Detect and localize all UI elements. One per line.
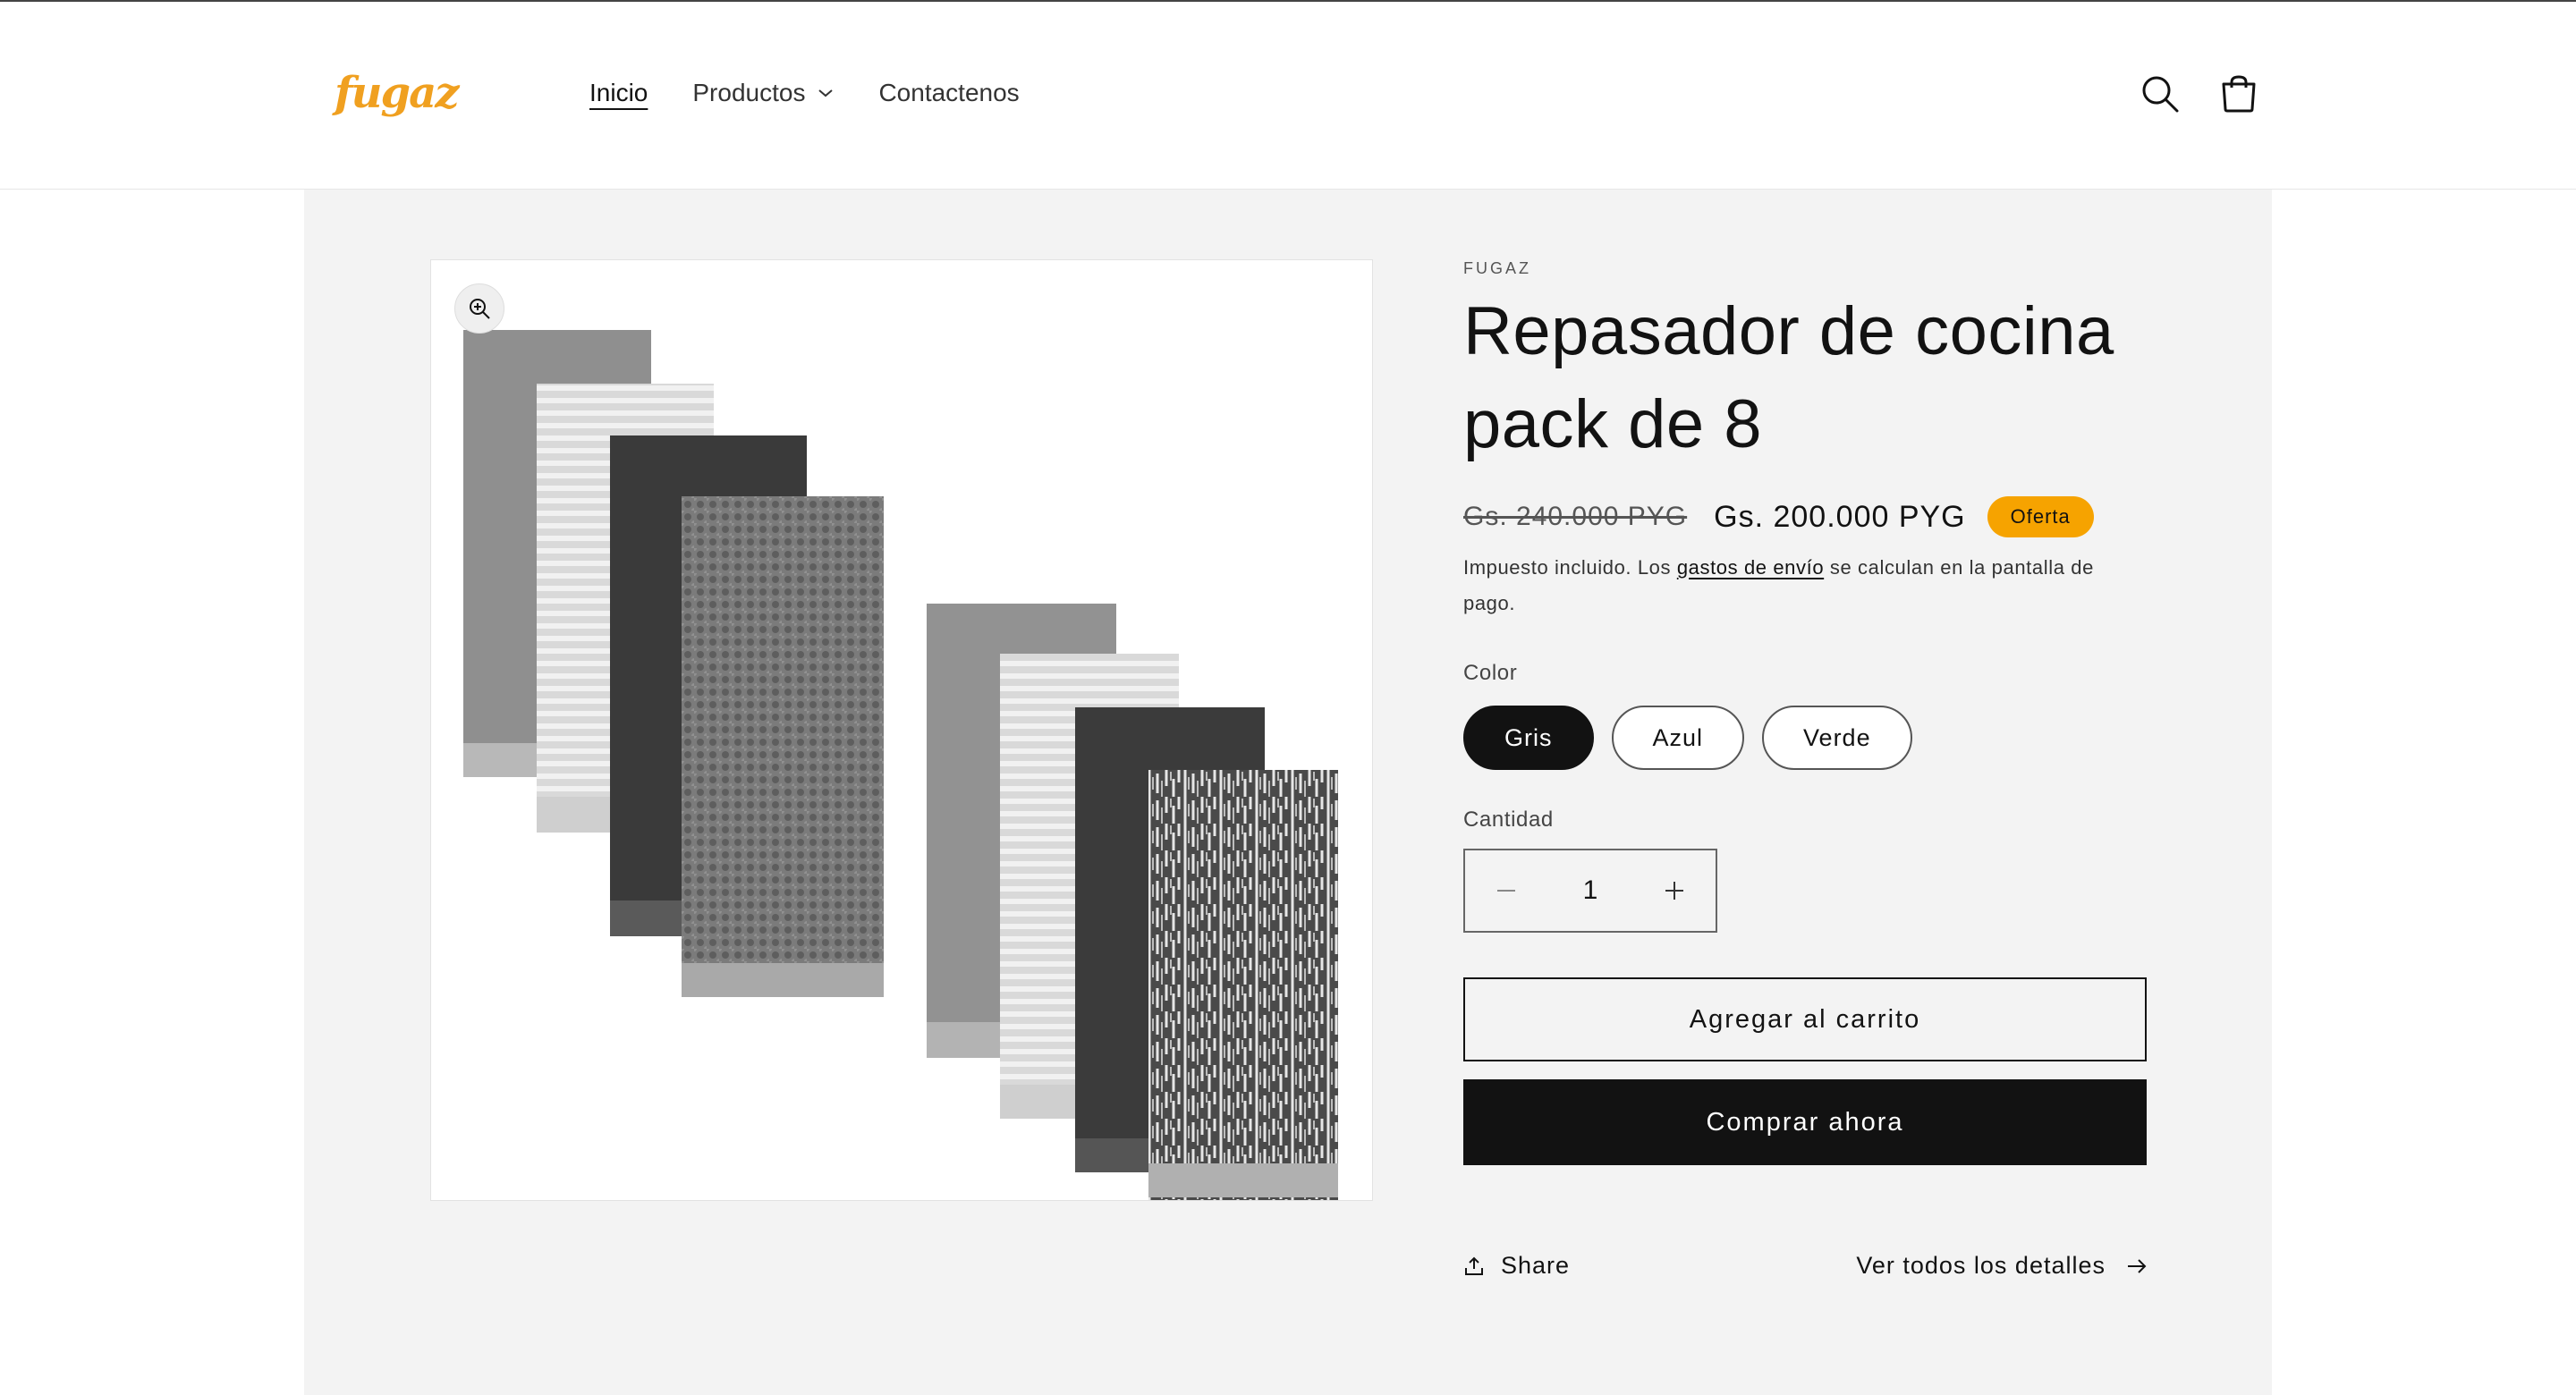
color-option-verde[interactable]: Verde [1762, 706, 1912, 770]
details-label: Ver todos los detalles [1856, 1252, 2106, 1279]
share-label: Share [1501, 1252, 1571, 1279]
nav-item-inicio[interactable]: Inicio [589, 79, 648, 107]
logo[interactable]: fugaz [335, 68, 459, 118]
view-details-link[interactable]: Ver todos los detalles [1856, 1252, 2147, 1280]
nav-item-label: Productos [692, 79, 806, 106]
product-info: FUGAZ Repasador de cocina pack de 8 Gs. … [1463, 250, 2147, 1279]
site-header: fugaz Inicio Productos Contactenos [0, 2, 2576, 190]
arrow-right-icon [2128, 1258, 2147, 1273]
share-icon [1465, 1256, 1483, 1275]
color-option-azul[interactable]: Azul [1611, 706, 1745, 770]
vendor: FUGAZ [1463, 259, 1531, 277]
towels-image [463, 330, 1338, 1200]
shipping-link[interactable]: gastos de envío [1677, 556, 1824, 579]
product-image[interactable] [430, 259, 1373, 1201]
nav-item-productos[interactable]: Productos [692, 79, 834, 107]
chevron-down-icon [818, 88, 834, 98]
color-label: Color [1463, 661, 1518, 685]
zoom-in-icon[interactable] [454, 283, 504, 334]
product-actions: Share Ver todos los detalles [1463, 1252, 2147, 1280]
sale-badge: Oferta [1987, 496, 2094, 537]
share-button[interactable]: Share [1463, 1252, 1570, 1280]
search-icon[interactable] [2140, 73, 2181, 114]
color-option-gris[interactable]: Gris [1463, 706, 1594, 770]
cart-icon[interactable] [2218, 73, 2259, 114]
quantity-stepper [1463, 849, 1717, 933]
price-regular: Gs. 240.000 PYG [1463, 502, 1688, 531]
price-sale: Gs. 200.000 PYG [1714, 499, 1966, 534]
quantity-increase-button[interactable] [1633, 850, 1716, 931]
buy-now-button[interactable]: Comprar ahora [1463, 1079, 2147, 1165]
nav-item-contactenos[interactable]: Contactenos [878, 79, 1019, 107]
tax-note: Impuesto incluido. Los gastos de envío s… [1463, 550, 2146, 621]
quantity-input[interactable] [1547, 850, 1633, 932]
price-row: Gs. 240.000 PYG Gs. 200.000 PYG Oferta [1463, 496, 2146, 537]
main-nav: Inicio Productos Contactenos [589, 79, 1064, 107]
add-to-cart-button[interactable]: Agregar al carrito [1463, 977, 2147, 1061]
tax-text-before: Impuesto incluido. Los [1463, 556, 1677, 579]
quantity-label: Cantidad [1463, 807, 1554, 832]
color-options: Gris Azul Verde [1463, 706, 2146, 770]
quantity-decrease-button[interactable] [1465, 850, 1547, 931]
product-title: Repasador de cocina pack de 8 [1463, 293, 2114, 462]
